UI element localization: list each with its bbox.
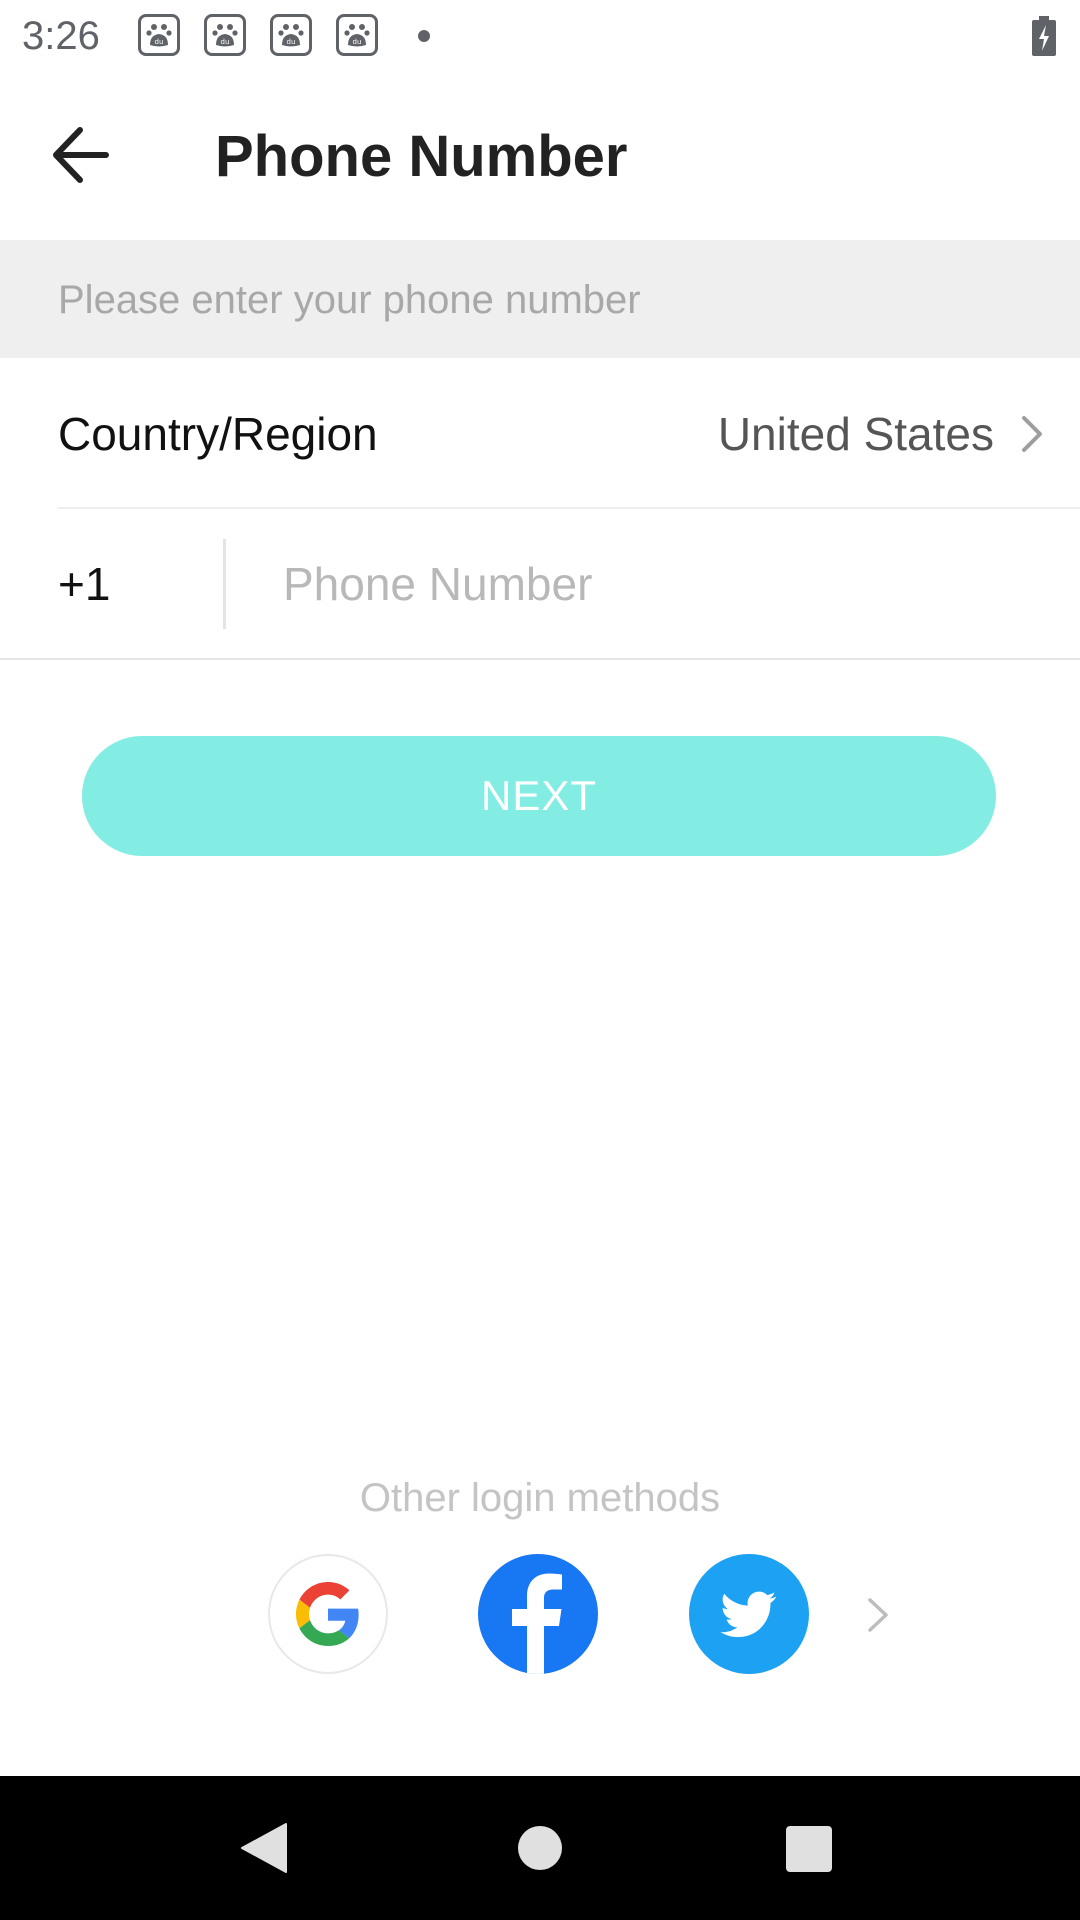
- dial-code: +1: [58, 558, 111, 610]
- divider: [223, 539, 226, 629]
- divider: [0, 658, 1080, 660]
- other-login-methods-label: Other login methods: [359, 1476, 721, 1520]
- svg-text:du: du: [287, 38, 296, 46]
- google-login-button[interactable]: [268, 1554, 388, 1674]
- phone-number-row: +1: [0, 509, 1080, 659]
- hint-text: Please enter your phone number: [58, 278, 641, 322]
- svg-text:du: du: [353, 38, 362, 46]
- google-icon: [296, 1582, 359, 1646]
- facebook-login-button[interactable]: [478, 1554, 598, 1674]
- status-time: 3:26: [22, 14, 100, 58]
- baidu-icon: du: [138, 14, 180, 56]
- twitter-login-button[interactable]: [689, 1554, 809, 1674]
- svg-text:du: du: [221, 38, 230, 46]
- next-button[interactable]: NEXT: [82, 736, 996, 856]
- twitter-icon: [720, 1591, 777, 1638]
- arrow-left-icon: [53, 127, 109, 183]
- country-region-value: United States: [717, 408, 994, 460]
- baidu-icon: du: [270, 14, 312, 56]
- facebook-icon: [512, 1573, 562, 1674]
- chevron-right-icon[interactable]: [866, 1596, 890, 1634]
- page-title: Phone Number: [215, 124, 628, 189]
- hint-banner: Please enter your phone number: [0, 240, 1080, 358]
- status-bar: 3:26 du du du du: [0, 0, 1080, 72]
- country-region-label: Country/Region: [58, 408, 378, 460]
- country-region-selector[interactable]: Country/Region United States: [0, 358, 1080, 508]
- baidu-icon: du: [204, 14, 246, 56]
- home-icon[interactable]: [518, 1826, 562, 1870]
- app-bar: Phone Number: [0, 72, 1080, 240]
- notification-dot-icon: [418, 30, 430, 42]
- recents-icon[interactable]: [786, 1826, 832, 1872]
- baidu-icon: du: [336, 14, 378, 56]
- chevron-right-icon: [1022, 416, 1042, 452]
- svg-text:du: du: [155, 38, 164, 46]
- back-icon[interactable]: [240, 1822, 288, 1874]
- navigation-bar: [0, 1776, 1080, 1920]
- back-button[interactable]: [44, 122, 116, 188]
- battery-charging-icon: [1032, 16, 1056, 56]
- phone-number-input[interactable]: [283, 547, 1043, 621]
